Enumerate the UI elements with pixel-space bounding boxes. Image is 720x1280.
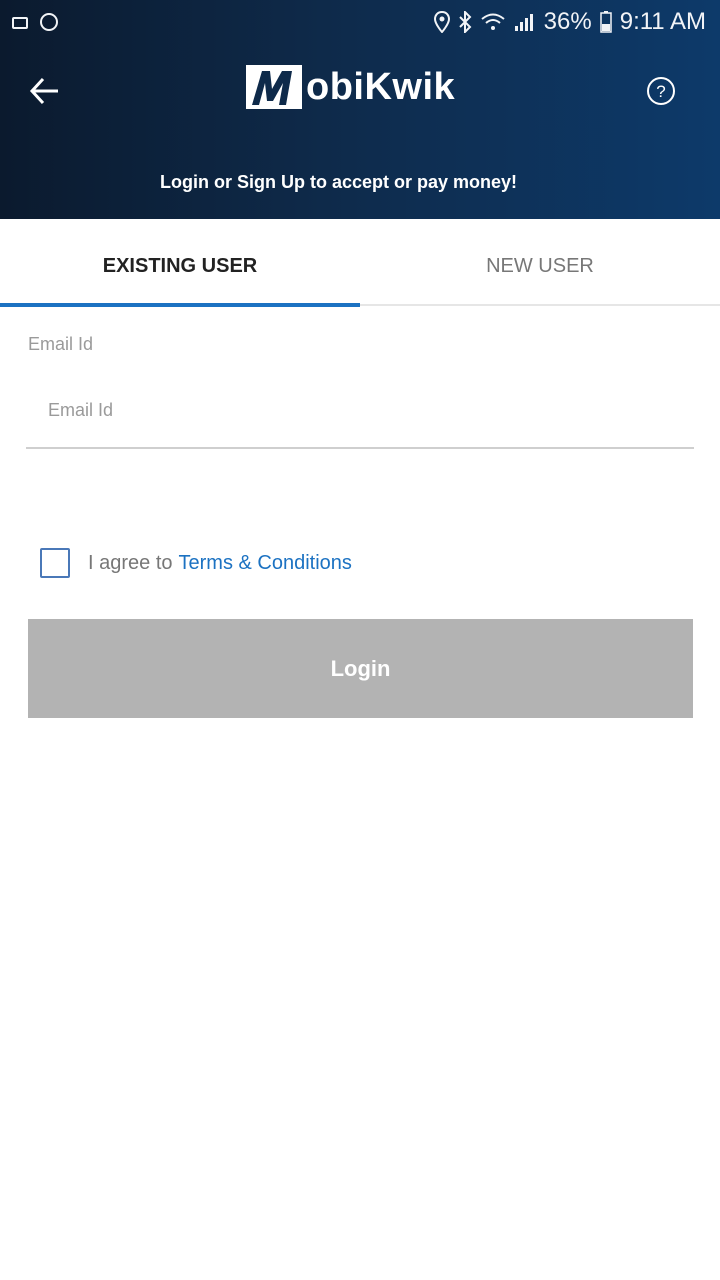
battery-percent: 36% — [543, 8, 592, 35]
email-placeholder: Email Id — [48, 400, 114, 420]
clock: 9:11 AM — [619, 8, 706, 35]
sync-icon — [38, 11, 60, 33]
signal-icon — [514, 12, 536, 32]
terms-checkbox-row[interactable]: I agree to Terms & Conditions — [40, 547, 352, 579]
back-arrow-icon[interactable] — [26, 74, 62, 108]
tab-existing-user-label: EXISTING USER — [102, 255, 258, 277]
bluetooth-icon — [458, 11, 472, 33]
wifi-icon — [480, 12, 506, 32]
status-bar: 36% 9:11 AM — [0, 0, 720, 44]
tab-divider — [360, 304, 720, 306]
header: 36% 9:11 AM obiKwik ? Login or Sign Up t… — [0, 0, 720, 219]
tab-existing-user[interactable]: EXISTING USER — [0, 219, 360, 308]
login-button[interactable]: Login — [28, 619, 693, 718]
agree-text: I agree to — [88, 551, 173, 574]
email-field[interactable]: Email Id — [26, 362, 694, 449]
email-floating-label: Email Id — [28, 334, 94, 354]
mobikwik-logo: obiKwik — [246, 61, 474, 113]
notification-icon — [10, 12, 30, 32]
battery-icon — [599, 11, 612, 33]
tab-active-indicator — [0, 303, 360, 307]
terms-link[interactable]: Terms & Conditions — [179, 552, 352, 575]
tab-bar: EXISTING USER NEW USER — [0, 219, 720, 308]
svg-text:?: ? — [656, 82, 665, 101]
location-icon — [433, 11, 450, 33]
mobikwik-m-icon — [246, 65, 302, 109]
status-left — [10, 11, 60, 33]
tab-new-user-label: NEW USER — [486, 255, 594, 277]
status-right: 36% 9:11 AM — [433, 8, 706, 35]
tab-new-user[interactable]: NEW USER — [360, 219, 720, 308]
terms-checkbox[interactable] — [40, 548, 70, 578]
header-subtitle: Login or Sign Up to accept or pay money! — [160, 172, 518, 192]
help-icon[interactable]: ? — [642, 74, 680, 108]
logo-text: obiKwik — [306, 66, 456, 108]
